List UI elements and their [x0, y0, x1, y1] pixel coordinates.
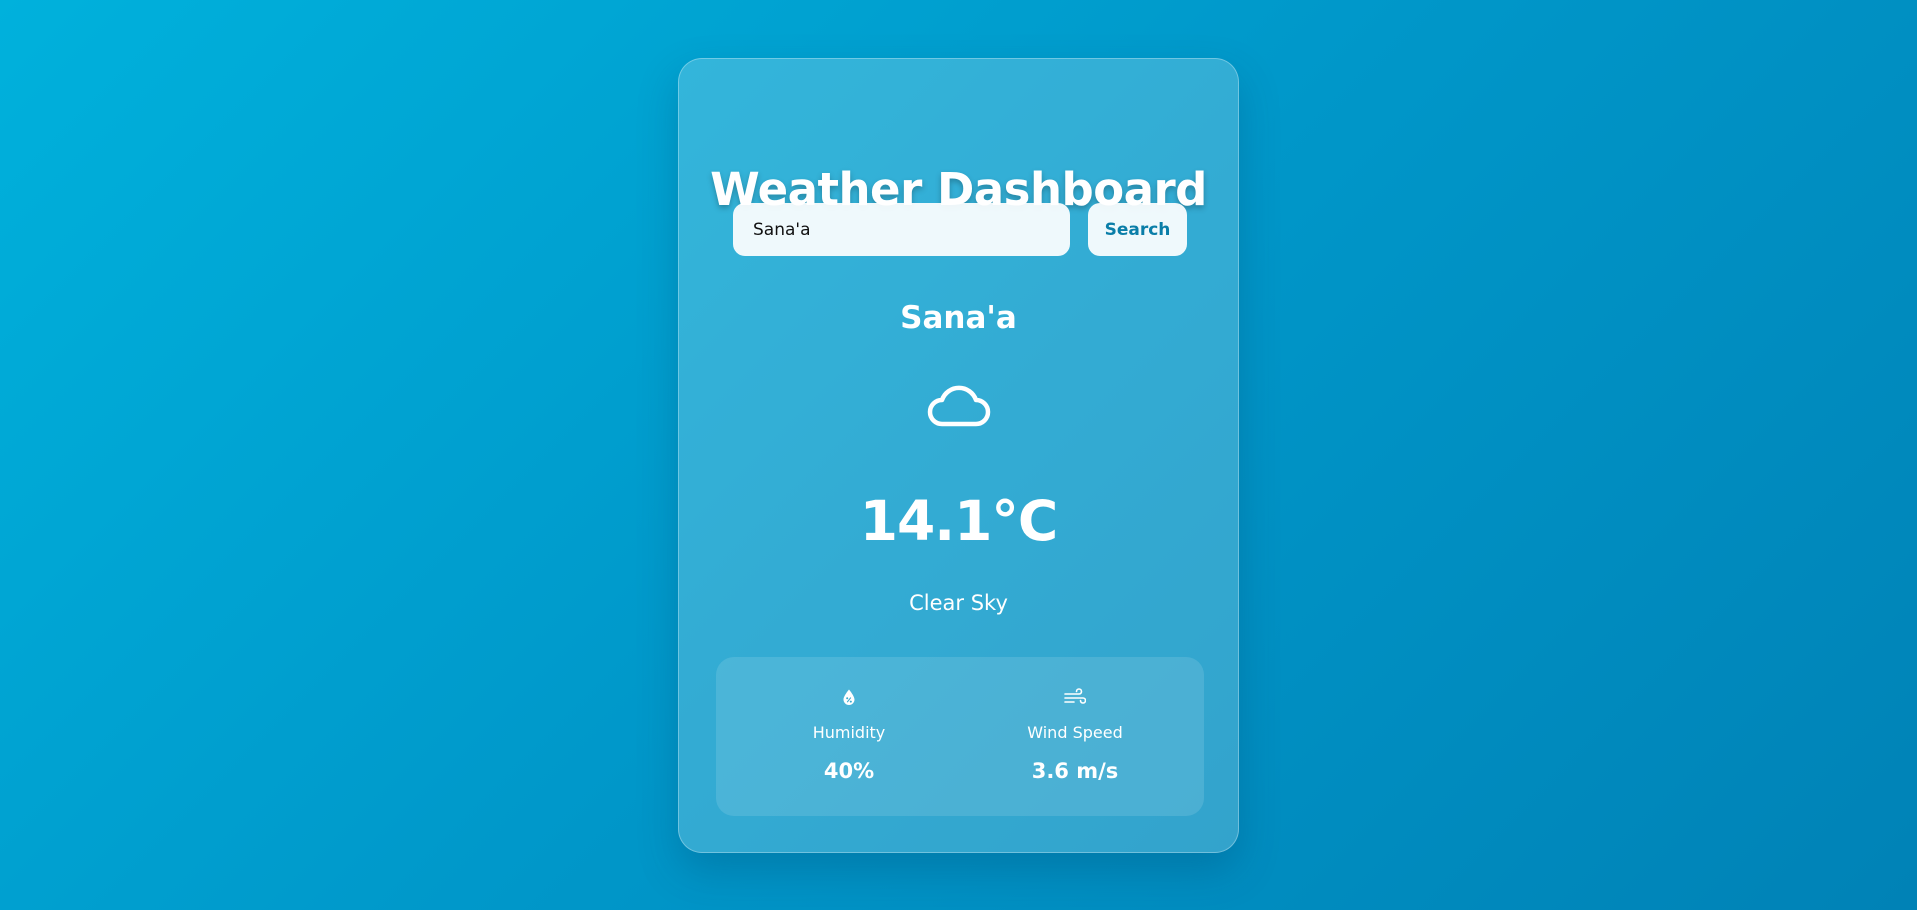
- wind-detail: Wind Speed 3.6 m/s: [995, 657, 1155, 816]
- cloud-icon: [927, 385, 991, 427]
- temperature: 14.1°C: [859, 489, 1059, 553]
- humidity-label: Humidity: [812, 723, 886, 742]
- humidity-detail: Humidity 40%: [769, 657, 929, 816]
- weather-card: Weather Dashboard Search Sana'a 14.1°C C…: [678, 58, 1239, 853]
- humidity-drop-icon: [843, 689, 855, 705]
- wind-speed-label: Wind Speed: [1027, 723, 1123, 742]
- city-name: Sana'a: [900, 300, 1017, 336]
- search-input[interactable]: [733, 203, 1070, 256]
- humidity-value: 40%: [823, 759, 875, 783]
- wind-icon: [1064, 688, 1086, 704]
- search-button[interactable]: Search: [1088, 203, 1187, 256]
- wind-speed-value: 3.6 m/s: [1031, 759, 1119, 783]
- weather-details-panel: Humidity 40% Wind Speed 3.6 m/s: [716, 657, 1204, 816]
- weather-description: Clear Sky: [909, 591, 1008, 615]
